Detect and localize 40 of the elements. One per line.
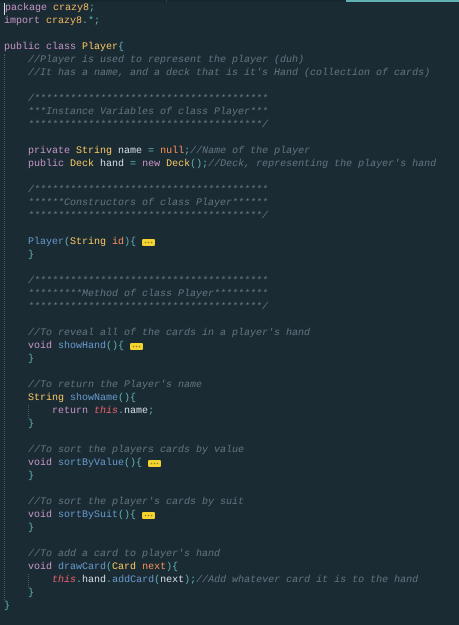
code-line: //To sort the player's cards by suit [28,496,244,509]
code-line: /*************************************** [28,93,268,106]
code-line: } [28,470,34,483]
code-line: /*************************************** [28,184,268,197]
code-line: *********Method of class Player********* [28,288,268,301]
code-line: } [28,249,34,262]
code-line: //To return the Player's name [28,379,202,392]
fold-icon[interactable] [142,512,156,519]
code-line: public class Player{ [4,41,124,54]
code-line: } [28,353,34,366]
code-line: //Player is used to represent the player (duh) [28,54,304,67]
code-line: ***************************************/ [28,301,268,314]
code-line: } [28,522,34,535]
fold-icon[interactable] [142,239,156,246]
code-line: void drawCard(Card next){ [28,561,178,574]
code-line: private String name = null;//Name of the player [28,145,310,158]
fold-icon[interactable] [148,460,162,467]
code-line: package crazy8; [5,2,96,15]
code-line: return this.name; [52,405,154,418]
code-line: //To sort the players cards by value [28,444,244,457]
code-line: /*************************************** [28,275,268,288]
code-line: ***************************************/ [28,210,268,223]
code-line: public Deck hand = new Deck();//Deck, representing the player's hand [28,158,436,171]
code-line: //It has a name, and a deck that is it's Hand (collection of cards) [28,67,430,80]
code-line: void sortBySuit(){ [28,509,136,522]
code-line: } [28,418,34,431]
code-line: import crazy8.*; [4,15,100,28]
code-line: void showHand(){ [28,340,124,353]
code-line: ***Instance Variables of class Player*** [28,106,268,119]
code-line: } [4,600,10,613]
code-line: this.hand.addCard(next);//Add whatever card it is to the hand [52,574,418,587]
code-line: ***************************************/ [28,119,268,132]
code-line: Player(String id){ [28,236,136,249]
code-line: //To reveal all of the cards in a player's hand [28,327,310,340]
code-line: String showName(){ [28,392,136,405]
code-line: } [28,587,34,600]
fold-icon[interactable] [130,343,144,350]
code-line: //To add a card to player's hand [28,548,220,561]
code-line: void sortByValue(){ [28,457,142,470]
code-line: ******Constructors of class Player****** [28,197,268,210]
